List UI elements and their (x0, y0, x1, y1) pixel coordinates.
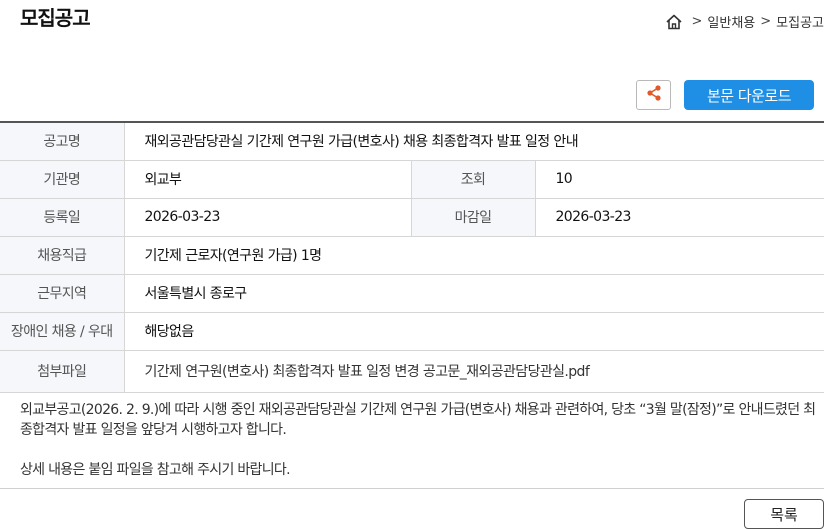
home-icon[interactable] (665, 13, 683, 31)
table-row: 근무지역 서울특별시 종로구 (0, 274, 824, 313)
info-table: 공고명 재외공관담당관실 기간제 연구원 가급(변호사) 채용 최종합격자 발표… (0, 121, 824, 393)
breadcrumb: > 일반채용 > 모집공고 (665, 12, 824, 31)
table-row: 채용직급 기간제 근로자(연구원 가급) 1명 (0, 236, 824, 275)
table-row: 첨부파일 기간제 연구원(변호사) 최종합격자 발표 일정 변경 공고문_재외공… (0, 350, 824, 393)
page-title: 모집공고 (20, 6, 91, 30)
disability-label: 장애인 채용 / 우대 (0, 312, 125, 351)
content-paragraph: 상세 내용은 붙임 파일을 참고해 주시기 바랍니다. (20, 462, 291, 478)
breadcrumb-item-general-hiring[interactable]: 일반채용 (707, 12, 755, 31)
title-value: 재외공관담당관실 기간제 연구원 가급(변호사) 채용 최종합격자 발표 일정 … (124, 122, 824, 161)
table-row: 등록일 2026-03-23 마감일 2026-03-23 (0, 198, 824, 237)
download-button[interactable]: 본문 다운로드 (684, 80, 814, 110)
table-row: 장애인 채용 / 우대 해당없음 (0, 312, 824, 351)
breadcrumb-separator: > (760, 14, 772, 29)
content-paragraph: 외교부공고(2026. 2. 9.)에 따라 시행 중인 재외공관담당관실 기간… (20, 402, 816, 438)
views-value: 10 (535, 160, 824, 199)
breadcrumb-item-recruitment[interactable]: 모집공고 (776, 12, 824, 31)
table-row: 기관명 외교부 조회 10 (0, 160, 824, 199)
post-content: 외교부공고(2026. 2. 9.)에 따라 시행 중인 재외공관담당관실 기간… (20, 400, 816, 480)
attachment-file-link[interactable]: 기간제 연구원(변호사) 최종합격자 발표 일정 변경 공고문_재외공관담당관실… (124, 350, 824, 393)
divider (0, 488, 824, 489)
reg-date-label: 등록일 (0, 198, 125, 237)
breadcrumb-separator: > (691, 14, 703, 29)
disability-value: 해당없음 (124, 312, 824, 351)
list-button[interactable]: 목록 (744, 499, 824, 529)
title-label: 공고명 (0, 122, 125, 161)
rank-value: 기간제 근로자(연구원 가급) 1명 (124, 236, 824, 275)
agency-label: 기관명 (0, 160, 125, 199)
region-label: 근무지역 (0, 274, 125, 313)
deadline-value: 2026-03-23 (535, 198, 824, 237)
agency-value: 외교부 (124, 160, 411, 199)
share-icon (645, 84, 663, 106)
table-row: 공고명 재외공관담당관실 기간제 연구원 가급(변호사) 채용 최종합격자 발표… (0, 122, 824, 161)
rank-label: 채용직급 (0, 236, 125, 275)
reg-date-value: 2026-03-23 (124, 198, 411, 237)
region-value: 서울특별시 종로구 (124, 274, 824, 313)
views-label: 조회 (410, 160, 536, 199)
share-button[interactable] (636, 80, 671, 110)
attachment-label: 첨부파일 (0, 350, 125, 393)
deadline-label: 마감일 (410, 198, 536, 237)
